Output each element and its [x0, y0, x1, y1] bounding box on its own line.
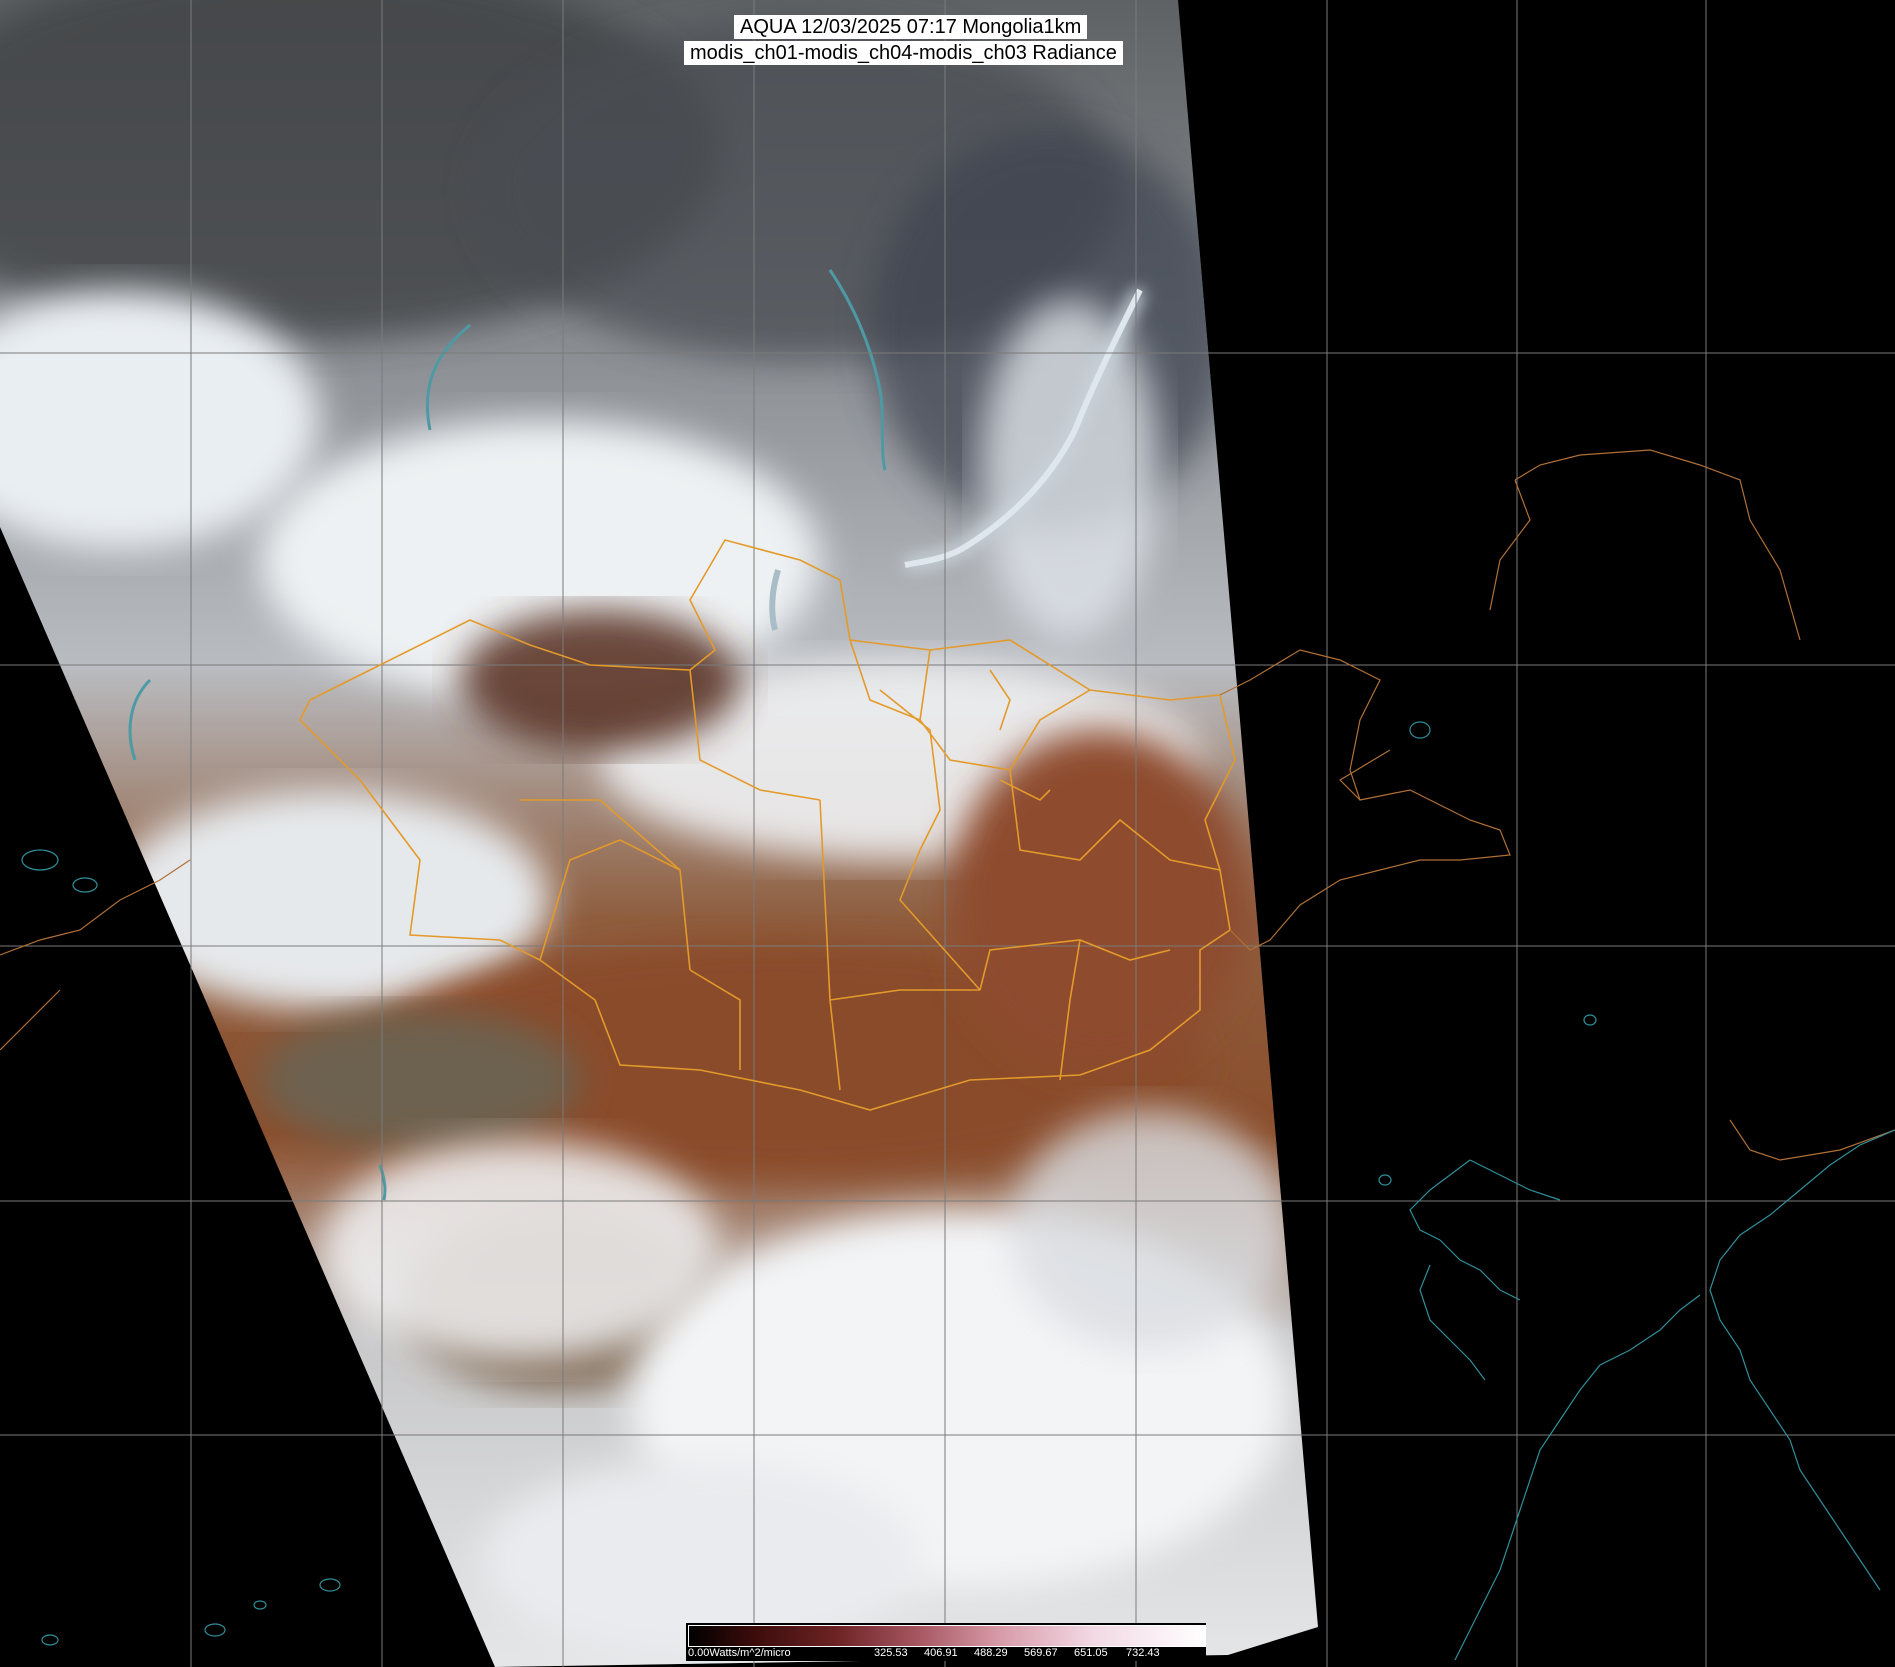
colorbar-tick: 651.05 [1074, 1647, 1108, 1659]
satellite-image [0, 0, 1895, 1667]
radiance-colorbar: 0.00Watts/m^2/micro 325.53 406.91 488.29… [686, 1623, 1206, 1661]
image-title: AQUA 12/03/2025 07:17 Mongolia1km [734, 15, 1088, 39]
colorbar-tick: 732.43 [1126, 1647, 1160, 1659]
image-subtitle: modis_ch01-modis_ch04-modis_ch03 Radianc… [684, 41, 1123, 65]
colorbar-tick: 569.67 [1024, 1647, 1058, 1659]
colorbar-tick: 488.29 [974, 1647, 1008, 1659]
colorbar-tick: 406.91 [924, 1647, 958, 1659]
colorbar-tick: 325.53 [874, 1647, 908, 1659]
colorbar-unit-label: 0.00Watts/m^2/micro [688, 1647, 791, 1659]
colorbar-gradient [688, 1625, 1206, 1647]
